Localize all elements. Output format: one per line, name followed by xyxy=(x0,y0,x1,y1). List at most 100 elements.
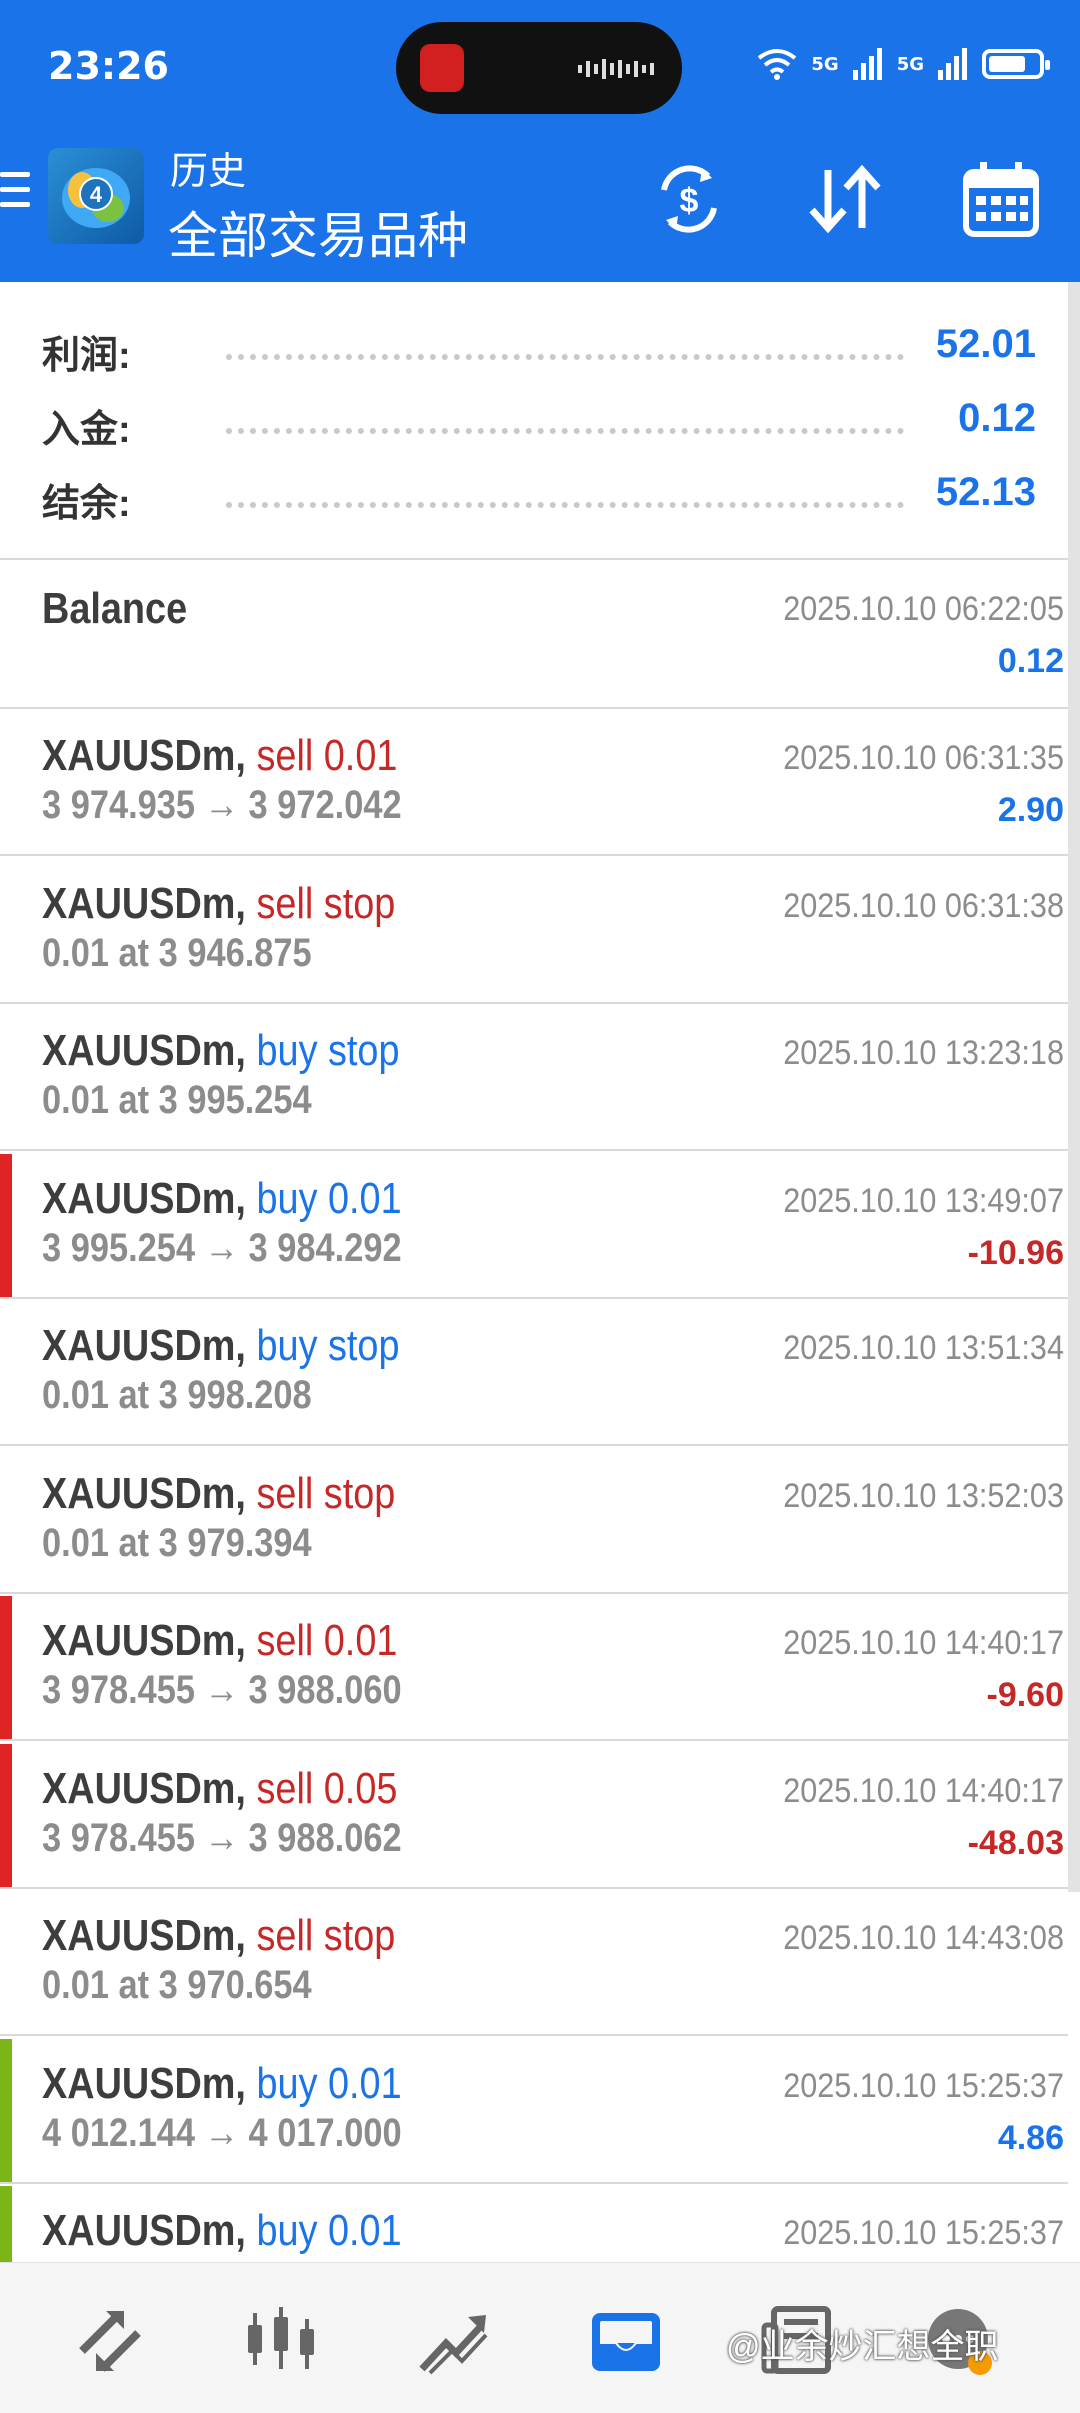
summary-value: 52.13 xyxy=(935,470,1036,514)
signal-icon-1 xyxy=(852,48,882,80)
currency-exchange-icon[interactable]: $ xyxy=(650,160,728,238)
deal-symbol: XAUUSDm, buy 0.01 xyxy=(42,2059,402,2109)
deal-profit: 4.86 xyxy=(997,2119,1064,2157)
deal-symbol: XAUUSDm, buy stop xyxy=(42,1321,400,1371)
audio-wave-icon xyxy=(578,59,654,79)
deal-price: 3 995.254 → 3 984.292 xyxy=(42,1226,402,1270)
deal-action: sell stop xyxy=(256,1911,396,1960)
deal-time: 2025.10.10 15:25:37 xyxy=(783,2067,1064,2105)
watermark-text: @业余炒汇想全职 xyxy=(726,2328,999,2366)
deal-time: 2025.10.10 13:51:34 xyxy=(783,1329,1064,1367)
deal-action: buy 0.01 xyxy=(256,2059,402,2108)
calendar-icon[interactable] xyxy=(962,160,1040,238)
deal-row[interactable]: XAUUSDm, sell stop 0.01 at 3 970.654 2025.… xyxy=(0,1889,1068,2034)
deal-row[interactable]: XAUUSDm, sell 0.05 3 978.455 → 3 988.062 2… xyxy=(0,1742,1068,1887)
deal-profit: 2.90 xyxy=(997,791,1064,829)
deal-price: 0.01 at 3 998.208 xyxy=(42,1373,312,1417)
deal-symbol: XAUUSDm, sell stop xyxy=(42,879,395,929)
deal-symbol: XAUUSDm, sell 0.05 xyxy=(42,1764,397,1814)
deal-row[interactable]: XAUUSDm, sell 0.01 3 978.455 → 3 988.060 2… xyxy=(0,1594,1068,1739)
deal-time: 2025.10.10 13:23:18 xyxy=(783,1034,1064,1072)
dynamic-island xyxy=(396,22,682,114)
deal-action: buy stop xyxy=(256,1026,400,1075)
deal-time: 2025.10.10 06:22:05 xyxy=(783,590,1064,628)
deal-row[interactable]: XAUUSDm, sell stop 0.01 at 3 946.875 2025.… xyxy=(0,857,1068,1002)
profit-loss-marker xyxy=(0,1744,12,1887)
balance-row[interactable]: Balance 2025.10.10 06:22:05 0.12 xyxy=(0,560,1068,705)
svg-text:4: 4 xyxy=(90,182,103,207)
summary-panel: 利润: 52.01 入金: 0.12 结余: 52.13 xyxy=(0,282,1080,560)
deal-action: buy stop xyxy=(256,1321,400,1370)
wifi-icon xyxy=(758,49,797,80)
symbol-name: XAUUSDm, xyxy=(42,1321,246,1370)
deal-price: 0.01 at 3 995.254 xyxy=(42,1078,312,1122)
symbol-filter[interactable]: 全部交易品种 xyxy=(168,196,468,268)
chart-icon[interactable] xyxy=(244,2303,320,2379)
profit-loss-marker xyxy=(0,1596,12,1739)
deal-time: 2025.10.10 14:43:08 xyxy=(783,1919,1064,1957)
divider xyxy=(0,1444,1068,1446)
signal-label-1: 5G xyxy=(811,53,839,75)
quotes-icon[interactable] xyxy=(72,2303,148,2379)
status-time: 23:26 xyxy=(48,44,169,88)
deal-row[interactable]: XAUUSDm, sell 0.01 3 974.935 → 3 972.042 2… xyxy=(0,709,1068,854)
divider xyxy=(0,1739,1068,1741)
symbol-name: XAUUSDm, xyxy=(42,1616,246,1665)
profit-loss-marker xyxy=(0,2039,12,2182)
dotted-leader xyxy=(226,428,904,434)
summary-balance-row: 结余: 52.13 xyxy=(0,460,1080,530)
deal-action: sell 0.05 xyxy=(256,1764,398,1813)
status-icons: 5G 5G xyxy=(757,44,1050,84)
history-icon[interactable] xyxy=(588,2303,664,2379)
svg-text:$: $ xyxy=(680,182,699,220)
symbol-name: XAUUSDm, xyxy=(42,1911,246,1960)
deal-profit: 0.12 xyxy=(997,642,1064,680)
deal-action: sell stop xyxy=(256,1469,396,1518)
summary-label: 结余: xyxy=(42,483,131,525)
deal-price: 0.01 at 3 979.394 xyxy=(42,1521,312,1565)
trade-icon[interactable] xyxy=(416,2303,492,2379)
deal-row[interactable]: XAUUSDm, sell stop 0.01 at 3 979.394 2025.… xyxy=(0,1447,1068,1592)
deal-time: 2025.10.10 06:31:38 xyxy=(783,887,1064,925)
deal-time: 2025.10.10 13:52:03 xyxy=(783,1477,1064,1515)
summary-deposit-row: 入金: 0.12 xyxy=(0,386,1080,456)
symbol-name: XAUUSDm, xyxy=(42,1764,246,1813)
summary-value: 0.12 xyxy=(958,396,1036,440)
deal-time: 2025.10.10 06:31:35 xyxy=(783,739,1064,777)
deal-price: 4 012.144 → 4 017.000 xyxy=(42,2111,402,2155)
divider xyxy=(0,1149,1068,1151)
divider xyxy=(0,854,1068,856)
deal-symbol: XAUUSDm, sell 0.01 xyxy=(42,731,397,781)
deal-action: sell 0.01 xyxy=(256,731,398,780)
symbol-name: XAUUSDm, xyxy=(42,879,246,928)
deal-profit: -48.03 xyxy=(967,1824,1064,1862)
deal-row[interactable]: XAUUSDm, buy 0.01 4 012.144 → 4 017.000 20… xyxy=(0,2037,1068,2182)
deal-price: 0.01 at 3 946.875 xyxy=(42,931,312,975)
symbol-name: XAUUSDm, xyxy=(42,2059,246,2108)
dotted-leader xyxy=(226,354,904,360)
symbol-name: XAUUSDm, xyxy=(42,1174,246,1223)
deal-symbol: XAUUSDm, buy stop xyxy=(42,1026,400,1076)
summary-profit-row: 利润: 52.01 xyxy=(0,312,1080,382)
scrollbar[interactable] xyxy=(1068,282,1080,1892)
symbol-name: XAUUSDm, xyxy=(42,1469,246,1518)
menu-icon[interactable] xyxy=(0,172,30,222)
deal-row[interactable]: XAUUSDm, buy stop 0.01 at 3 995.254 2025.1… xyxy=(0,1004,1068,1149)
deal-action: buy 0.01 xyxy=(256,2206,402,2255)
deal-row[interactable]: XAUUSDm, buy stop 0.01 at 3 998.208 2025.1… xyxy=(0,1299,1068,1444)
sort-icon[interactable] xyxy=(806,160,884,238)
deal-price: 3 978.455 → 3 988.060 xyxy=(42,1668,402,1712)
summary-label: 利润: xyxy=(42,335,131,377)
deal-price: 0.01 at 3 970.654 xyxy=(42,1963,312,2007)
top-app-bar: 23:26 5G 5G 4 历史 全部交易品种 $ xyxy=(0,0,1080,282)
battery-icon xyxy=(982,49,1050,79)
summary-value: 52.01 xyxy=(935,322,1036,366)
dotted-leader xyxy=(226,502,904,508)
deal-symbol: XAUUSDm, sell stop xyxy=(42,1911,395,1961)
balance-label: Balance xyxy=(42,584,188,633)
deal-time: 2025.10.10 13:49:07 xyxy=(783,1182,1064,1220)
metatrader-logo[interactable]: 4 xyxy=(48,148,144,244)
deal-price: 3 974.935 → 3 972.042 xyxy=(42,783,402,827)
deal-row[interactable]: XAUUSDm, buy 0.01 3 995.254 → 3 984.292 20… xyxy=(0,1152,1068,1297)
app-indicator-icon xyxy=(420,44,464,92)
